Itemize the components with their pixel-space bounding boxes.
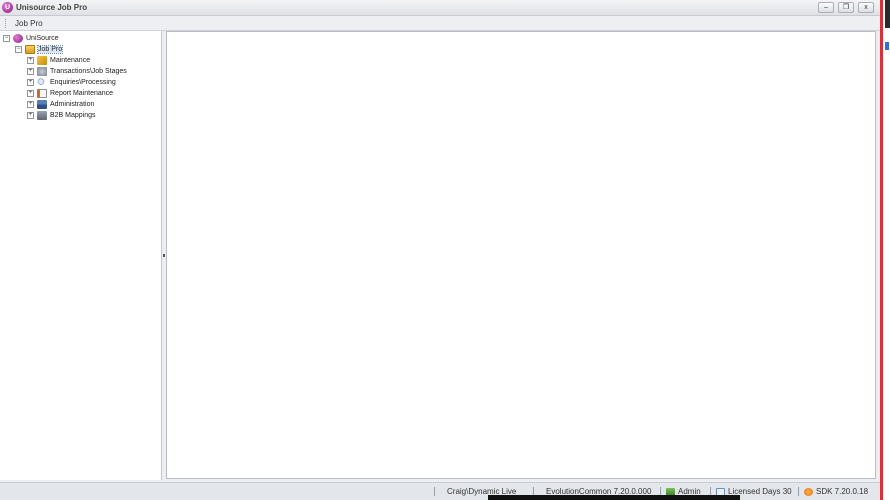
- tree-node-label: Report Maintenance: [50, 90, 114, 97]
- status-sdk-label: SDK 7.20.0.18: [816, 487, 869, 496]
- window-title: Unisource Job Pro: [16, 3, 88, 12]
- status-sdk: SDK 7.20.0.18: [798, 487, 868, 496]
- expand-icon[interactable]: +: [27, 112, 34, 119]
- tree-node-label: Transactions\Job Stages: [50, 68, 127, 75]
- sdk-icon: [804, 487, 813, 496]
- tree-node-transactions[interactable]: + Transactions\Job Stages: [27, 66, 127, 77]
- tree-node-label: Enquiries\Processing: [50, 79, 116, 86]
- tree-node-label: Job Pro: [36, 45, 64, 54]
- tree-node-job-pro[interactable]: − Job Pro: [15, 44, 64, 55]
- status-separator: [434, 487, 436, 496]
- adjacent-window-border: [880, 0, 883, 500]
- tree-node-label: UniSource: [26, 35, 59, 42]
- restore-button[interactable]: ❐: [838, 2, 854, 13]
- b2b-icon: [37, 111, 47, 120]
- expand-icon[interactable]: +: [27, 68, 34, 75]
- status-bar: Craig\Dynamic Live EvolutionCommon 7.20.…: [0, 482, 880, 500]
- tree-node-maintenance[interactable]: + Maintenance: [27, 55, 90, 66]
- status-separator: [798, 487, 800, 496]
- expand-icon[interactable]: +: [27, 57, 34, 64]
- adjacent-window-marker: [885, 42, 889, 50]
- expand-icon[interactable]: +: [27, 79, 34, 86]
- report-icon: [37, 89, 47, 98]
- navigation-tree[interactable]: − UniSource − Job Pro + Maintenance + Tr…: [0, 31, 162, 480]
- tree-node-label: Maintenance: [50, 57, 91, 64]
- expand-icon[interactable]: +: [27, 90, 34, 97]
- database-icon: [440, 488, 444, 496]
- adjacent-window-titlebar: [885, 0, 890, 28]
- splitter-grip-icon: [163, 254, 165, 257]
- tree-node-label: Administration: [50, 101, 95, 108]
- key-icon: [37, 56, 47, 65]
- main-content-area[interactable]: [166, 31, 876, 479]
- gears-icon: [37, 67, 47, 76]
- tree-node-administration[interactable]: + Administration: [27, 99, 94, 110]
- title-bar[interactable]: U Unisource Job Pro – ❐ x: [0, 0, 880, 16]
- collapse-icon[interactable]: −: [15, 46, 22, 53]
- menu-item-job-pro[interactable]: Job Pro: [15, 19, 43, 28]
- expand-icon[interactable]: +: [27, 101, 34, 108]
- tree-node-enquiries[interactable]: + Enquiries\Processing: [27, 77, 116, 88]
- tree-node-label: B2B Mappings: [50, 112, 96, 119]
- app-logo-icon: U: [2, 2, 13, 13]
- tree-node-b2b-mappings[interactable]: + B2B Mappings: [27, 110, 96, 121]
- collapse-icon[interactable]: −: [3, 35, 10, 42]
- close-button[interactable]: x: [858, 2, 874, 13]
- minimize-button[interactable]: –: [818, 2, 834, 13]
- unisource-logo-icon: [13, 34, 23, 43]
- toolbar-grip[interactable]: [5, 19, 7, 28]
- taskbar-fragment: [488, 495, 740, 500]
- admin-icon: [37, 100, 47, 109]
- magnifier-icon: [37, 78, 47, 87]
- tree-node-report-maintenance[interactable]: + Report Maintenance: [27, 88, 113, 99]
- menu-bar: Job Pro: [0, 16, 880, 31]
- tree-node-unisource[interactable]: − UniSource: [3, 33, 59, 44]
- application-window: U Unisource Job Pro – ❐ x Job Pro − UniS…: [0, 0, 880, 500]
- box-icon: [25, 45, 35, 54]
